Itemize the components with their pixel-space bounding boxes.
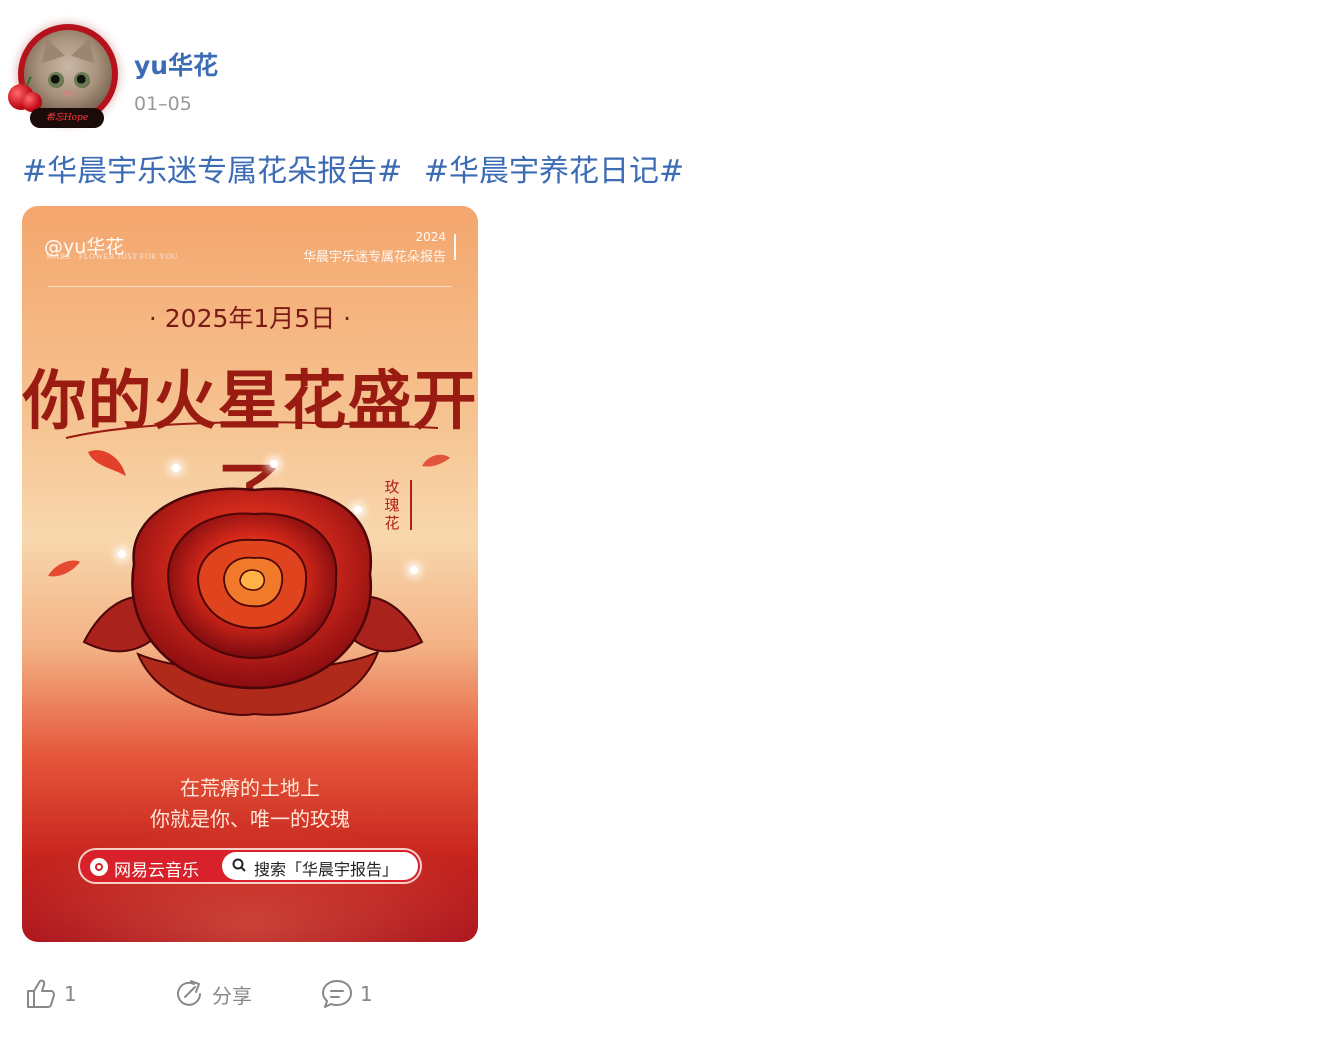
headline-swoosh [65,421,439,439]
poster-quote-line: 你就是你、唯一的玫瑰 [150,807,350,831]
poster-report-title: 华晨宇乐迷专属花朵报告 [302,250,446,265]
topic-link[interactable]: #华晨宇养花日记# [424,154,684,189]
avatar-badge: 希忘Hope [30,108,104,128]
search-text: 搜索「华晨宇报告」 [254,860,399,879]
comment-icon [322,980,352,1008]
post-image[interactable]: @yu华花 MARS · FLOWER JUST FOR YOU 2024 华晨… [22,206,478,942]
sparkle [270,460,278,468]
poster-quote-line: 在荒瘠的土地上 [180,776,320,800]
cat-eye [74,72,90,88]
poster-year: 2024 [415,230,446,244]
brand-search-pill: 网易云音乐 搜索「华晨宇报告」 [78,848,422,884]
cat-ear [35,34,65,64]
cat-eye [48,72,64,88]
search-box: 搜索「华晨宇报告」 [222,852,418,880]
poster-date: · 2025年1月5日 · [148,304,352,333]
poster-rule [48,286,452,287]
username-link[interactable]: yu华花 [134,46,218,82]
topic-link[interactable]: #华晨宇乐迷专属花朵报告# [22,154,402,189]
share-icon [177,980,201,1006]
poster-divider [454,234,456,260]
topic-list: #华晨宇乐迷专属花朵报告# #华晨宇养花日记# [22,146,684,190]
poster-subtitle: MARS · FLOWER JUST FOR YOU [46,252,178,261]
avatar[interactable]: 希忘Hope [8,14,126,132]
action-bar: 1 分享 1 [0,972,600,1016]
cat-nose [63,90,73,97]
poster-glow [22,826,478,942]
petal-icon [422,454,450,467]
sparkle [172,464,180,472]
netease-music-logo-icon [90,858,108,876]
share-label: 分享 [212,983,252,1008]
like-button[interactable]: 1 [24,972,77,1016]
brand-name: 网易云音乐 [114,861,199,881]
share-button[interactable]: 分享 [172,972,252,1016]
thumbs-up-icon [27,979,55,1008]
like-count: 1 [64,982,77,1006]
comment-count: 1 [360,982,373,1006]
search-icon [232,858,246,872]
comment-button[interactable]: 1 [320,972,373,1016]
post-date: 01–05 [134,93,192,115]
petal-icon [48,560,80,577]
rose-illustration [82,487,424,716]
